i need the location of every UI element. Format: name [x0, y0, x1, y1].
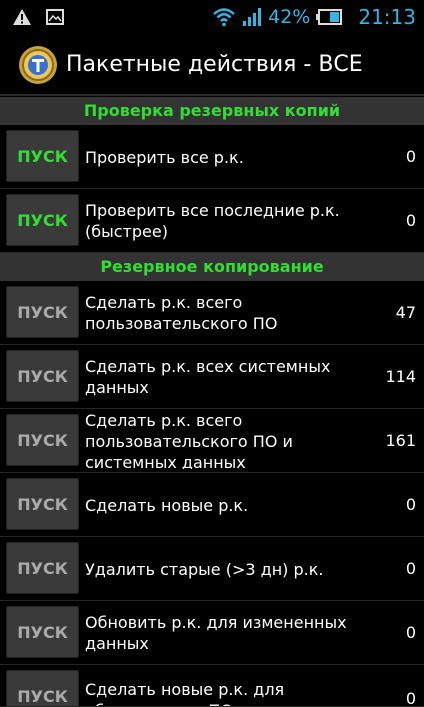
- list-item: ПУСК Сделать новые р.к. 0: [0, 473, 424, 537]
- list-item: ПУСК Проверить все последние р.к. (быстр…: [0, 189, 424, 253]
- list-item: ПУСК Проверить все р.к. 0: [0, 125, 424, 189]
- action-label: Проверить все р.к.: [85, 147, 244, 167]
- run-button[interactable]: ПУСК: [6, 286, 79, 338]
- action-label: Сделать новые р.к.: [85, 495, 249, 515]
- action-label: Удалить старые (>3 дн) р.к.: [85, 559, 324, 579]
- action-label: Сделать р.к. всех системных данных: [85, 357, 331, 397]
- run-button[interactable]: ПУСК: [6, 670, 79, 706]
- item-count: 0: [405, 211, 416, 230]
- list-item: ПУСК Обновить р.к. для измененных данных…: [0, 601, 424, 665]
- item-count: 0: [405, 689, 416, 707]
- list-item: ПУСК Удалить старые (>3 дн) р.к. 0: [0, 537, 424, 601]
- run-button[interactable]: ПУСК: [6, 350, 79, 402]
- item-count: 0: [405, 559, 416, 578]
- section-header-verify: Проверка резервных копий: [0, 97, 424, 125]
- list-item: ПУСК Сделать р.к. всех системных данных …: [0, 345, 424, 409]
- list-item: ПУСК Сделать р.к. всего пользовательског…: [0, 409, 424, 473]
- run-button[interactable]: ПУСК: [6, 478, 79, 530]
- battery-icon: [316, 9, 343, 25]
- list-item: ПУСК Сделать р.к. всего пользовательског…: [0, 281, 424, 345]
- item-count: 161: [385, 431, 416, 450]
- clock: 21:13: [358, 5, 416, 29]
- item-count: 0: [405, 495, 416, 514]
- warning-icon: [13, 9, 31, 25]
- wifi-icon: [213, 8, 235, 27]
- battery-percent: 42%: [268, 6, 311, 28]
- signal-icon: [243, 8, 262, 26]
- item-count: 47: [395, 303, 416, 322]
- run-button[interactable]: ПУСК: [6, 414, 79, 466]
- item-count: 0: [405, 623, 416, 642]
- status-bar: 42% 21:13: [0, 0, 424, 34]
- action-label: Сделать новые р.к. для обновленного ПО: [85, 680, 285, 706]
- run-button[interactable]: ПУСК: [6, 194, 79, 246]
- run-button[interactable]: ПУСК: [6, 130, 79, 182]
- image-icon: [46, 9, 64, 25]
- titanium-backup-icon[interactable]: [18, 45, 58, 85]
- page-title: Пакетные действия - ВСЕ: [66, 52, 363, 77]
- action-label: Сделать р.к. всего пользовательского ПО: [85, 293, 278, 333]
- item-count: 0: [405, 147, 416, 166]
- run-button[interactable]: ПУСК: [6, 542, 79, 594]
- section-header-backup: Резервное копирование: [0, 253, 424, 281]
- action-label: Обновить р.к. для измененных данных: [85, 613, 347, 653]
- item-count: 114: [385, 367, 416, 386]
- action-label: Сделать р.к. всего пользовательского ПО …: [85, 413, 293, 469]
- action-label: Проверить все последние р.к. (быстрее): [85, 201, 340, 241]
- list-item: ПУСК Сделать новые р.к. для обновленного…: [0, 665, 424, 707]
- run-button[interactable]: ПУСК: [6, 606, 79, 658]
- action-bar: Пакетные действия - ВСЕ: [0, 34, 424, 96]
